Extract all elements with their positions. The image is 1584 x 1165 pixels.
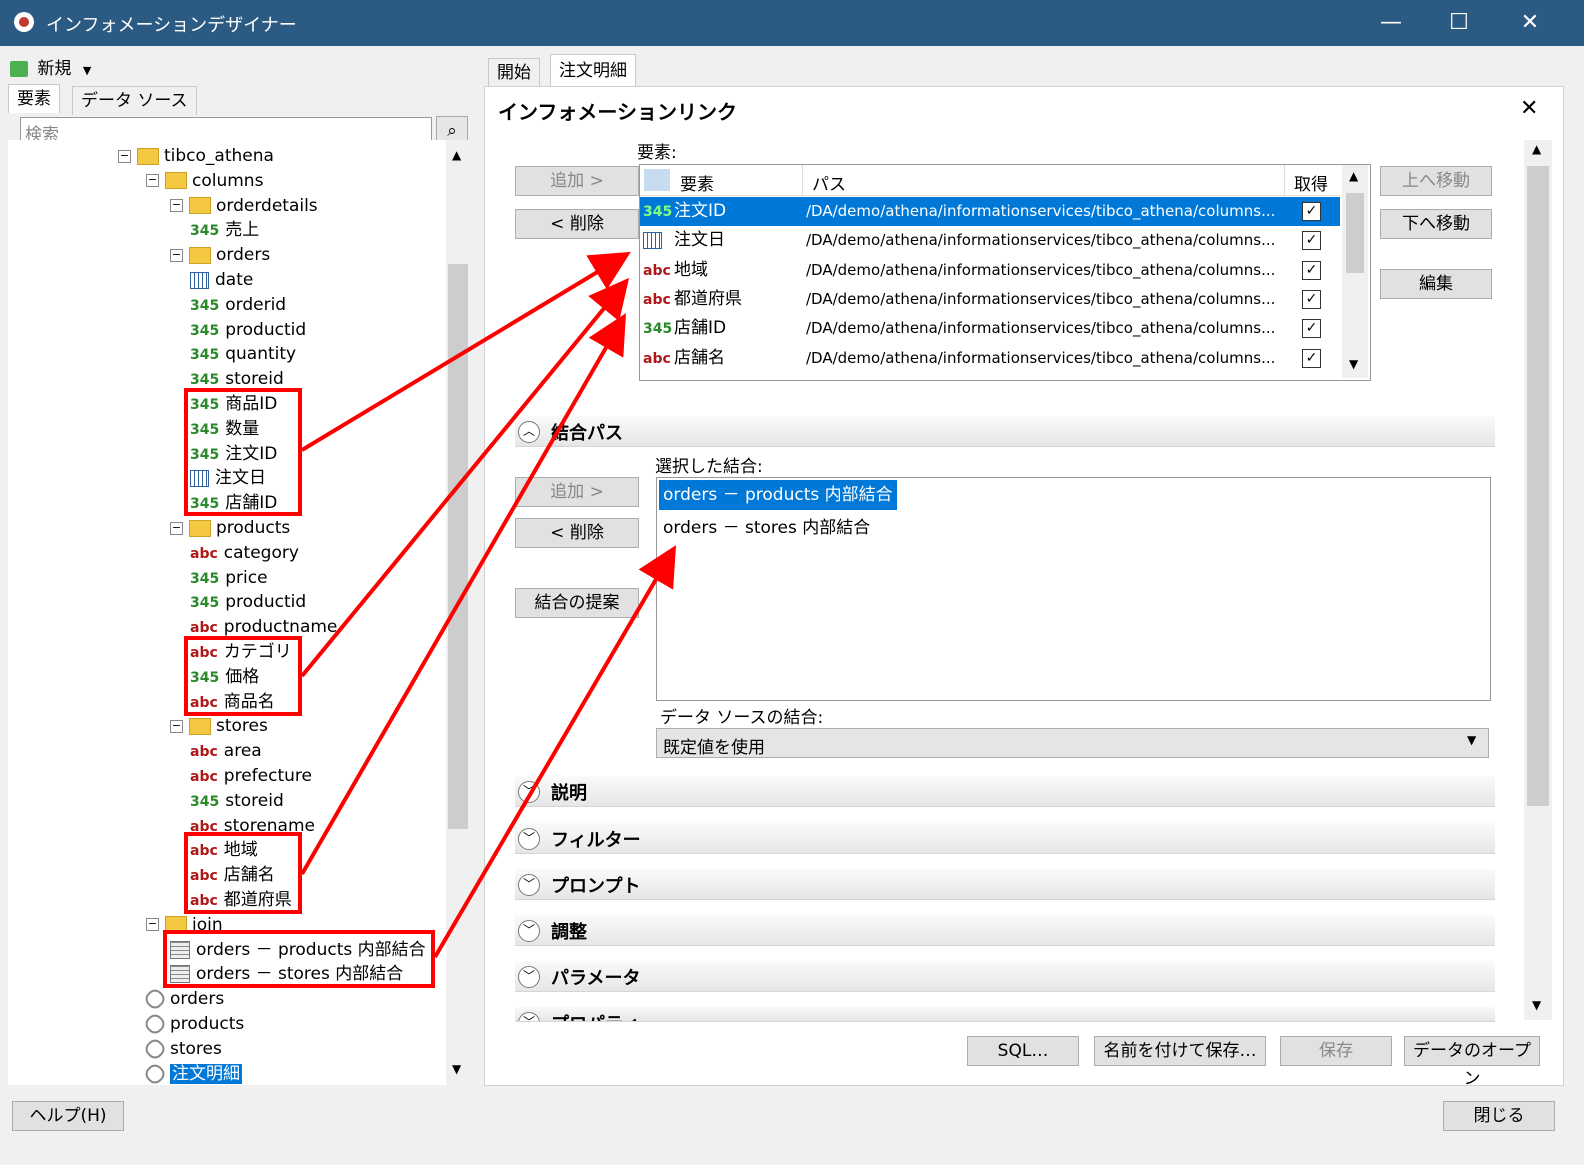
arrow-stores	[300, 313, 627, 876]
arrow-orders	[300, 251, 631, 452]
annotation-arrows	[300, 251, 677, 959]
arrow-joins	[433, 545, 677, 959]
arrow-products	[300, 277, 630, 678]
